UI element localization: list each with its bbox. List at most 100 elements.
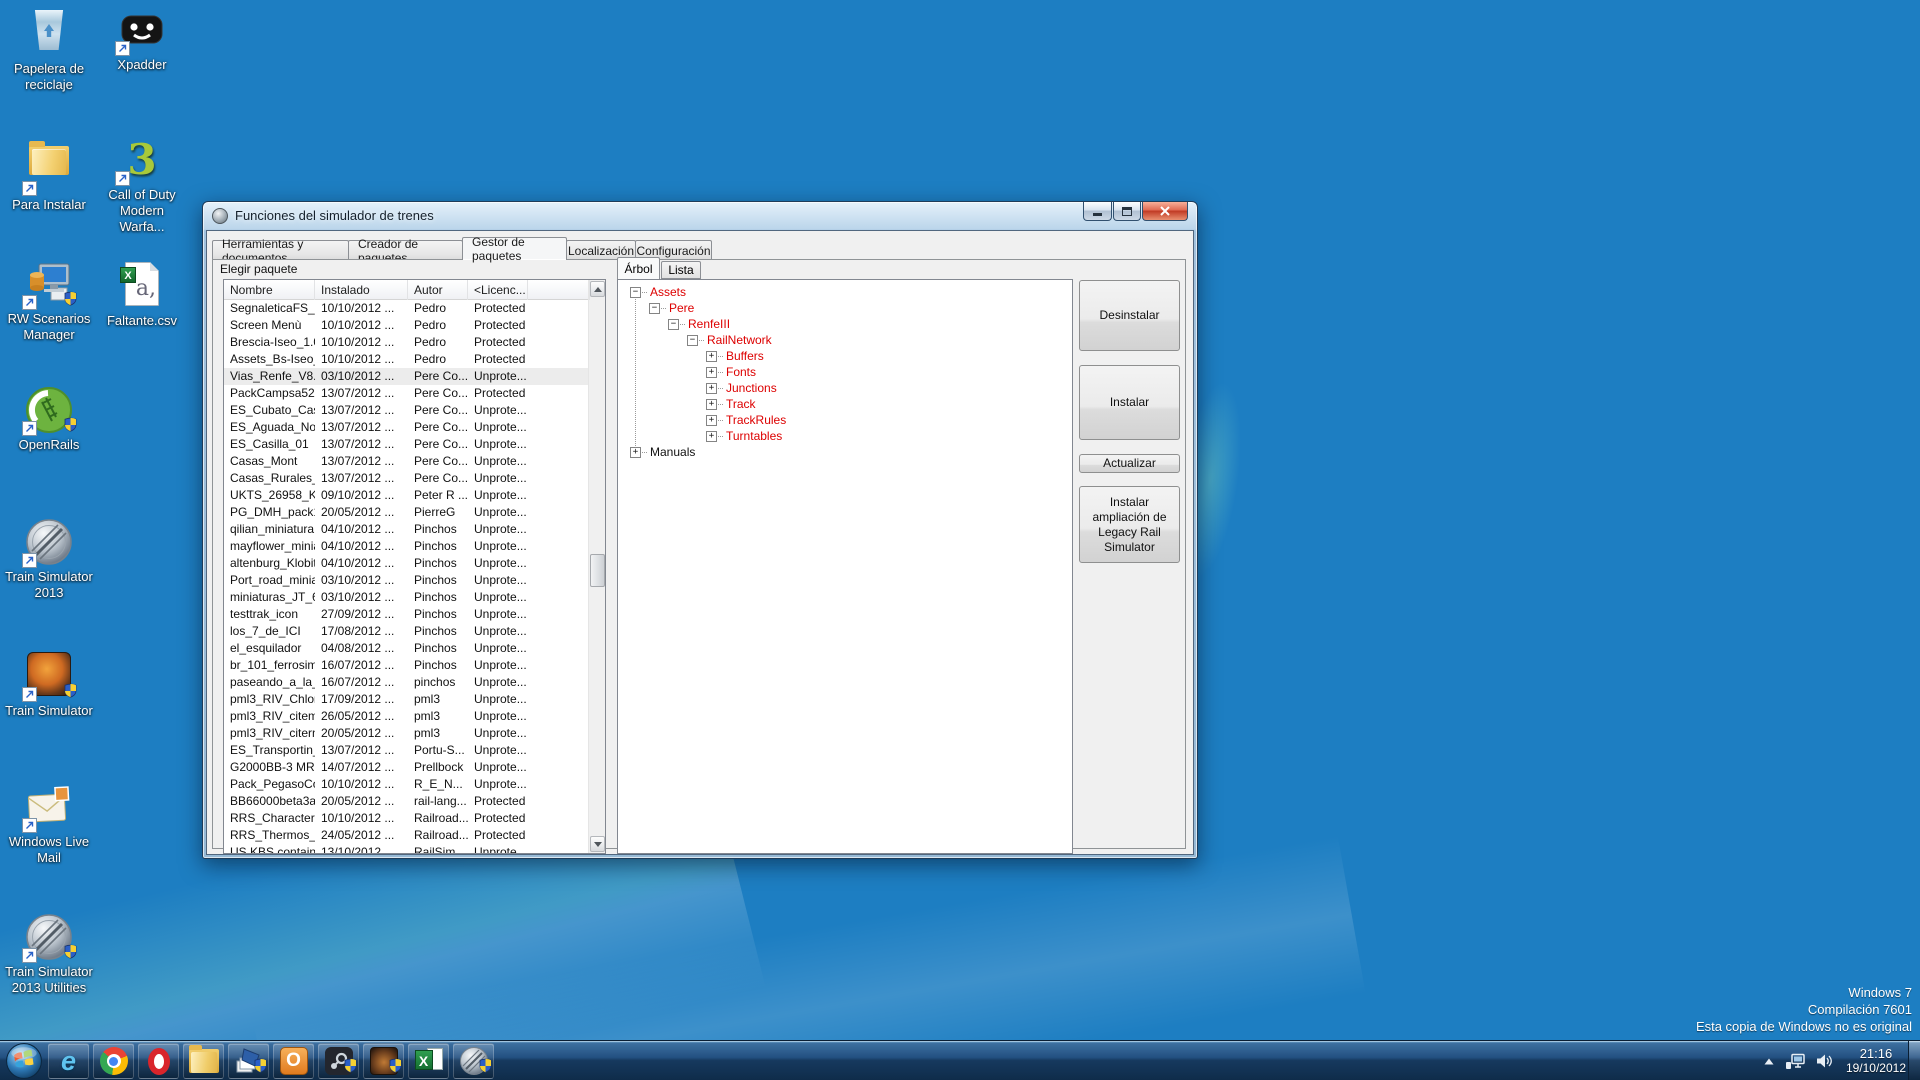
desktop-icon-mail[interactable]: Windows Live Mail [3, 783, 95, 866]
tab-herramientas-y-documentos[interactable]: Herramientas y documentos [212, 240, 349, 260]
table-row[interactable]: Screen Menù10/10/2012 ...PedroProtected [224, 317, 588, 334]
tab-arbol[interactable]: Árbol [617, 257, 660, 279]
install-button[interactable]: Instalar [1079, 365, 1180, 440]
column-header-nombre[interactable]: Nombre [224, 280, 315, 300]
tab-gestor-de-paquetes[interactable]: Gestor de paquetes [462, 237, 567, 260]
desktop-icon-rw[interactable]: RW Scenarios Manager [3, 260, 95, 343]
column-header-autor[interactable]: Autor [408, 280, 468, 300]
taskbar-button-excel[interactable]: X [408, 1043, 449, 1079]
expand-box-icon[interactable]: + [706, 351, 717, 362]
taskbar-button-internet-explorer[interactable]: e [48, 1043, 89, 1079]
table-row[interactable]: Casas_Rurales_213/07/2012 ...Pere Co...U… [224, 470, 588, 487]
table-row[interactable]: Pack_PegasoCo...10/10/2012 ...R_E_N...Un… [224, 776, 588, 793]
tree-item-assets[interactable]: −Assets [630, 284, 688, 300]
taskbar-button-opera[interactable] [138, 1043, 179, 1079]
tree-item-buffers[interactable]: +Buffers [706, 348, 766, 364]
table-row[interactable]: miniaturas_JT_6703/10/2012 ...PinchosUnp… [224, 589, 588, 606]
desktop-icon-openrails[interactable]: OpenRails [3, 386, 95, 453]
table-row[interactable]: Assets_Bs-Iseo_...10/10/2012 ...PedroPro… [224, 351, 588, 368]
maximize-button[interactable] [1113, 202, 1141, 221]
table-row[interactable]: ES_Aguada_Nor...13/07/2012 ...Pere Co...… [224, 419, 588, 436]
column-header-instalado[interactable]: Instalado [315, 280, 408, 300]
collapse-box-icon[interactable]: − [630, 287, 641, 298]
table-row[interactable]: Vias_Renfe_V8.0003/10/2012 ...Pere Co...… [224, 368, 588, 385]
table-row[interactable]: UKTS_26958_Ki...09/10/2012 ...Peter R ..… [224, 487, 588, 504]
collapse-box-icon[interactable]: − [668, 319, 679, 330]
tree-item-turntables[interactable]: +Turntables [706, 428, 784, 444]
refresh-button[interactable]: Actualizar [1079, 454, 1180, 473]
tree-item-railnetwork[interactable]: −RailNetwork [687, 332, 774, 348]
taskbar-button-train-simulator-2013[interactable] [453, 1043, 494, 1079]
taskbar-button-steam[interactable] [318, 1043, 359, 1079]
tree-item-manuals[interactable]: +Manuals [630, 444, 697, 460]
package-list[interactable]: NombreInstaladoAutor<Licenc... Segnaleti… [223, 279, 606, 854]
table-row[interactable]: G2000BB-3 MRC...14/07/2012 ...PrellbockU… [224, 759, 588, 776]
table-row[interactable]: pml3_RIV_citem...26/05/2012 ...pml3Unpro… [224, 708, 588, 725]
collapse-box-icon[interactable]: − [687, 335, 698, 346]
tree-item-junctions[interactable]: +Junctions [706, 380, 779, 396]
expand-box-icon[interactable]: + [706, 367, 717, 378]
scroll-up-button[interactable] [590, 281, 605, 297]
show-desktop-button[interactable] [1908, 1041, 1920, 1080]
expand-box-icon[interactable]: + [630, 447, 641, 458]
table-row[interactable]: RRS_Thermos_...24/05/2012 ...Railroad...… [224, 827, 588, 844]
taskbar-button-railworks-app[interactable] [363, 1043, 404, 1079]
tree-item-track[interactable]: +Track [706, 396, 758, 412]
table-row[interactable]: altenburg_Klobitz...04/10/2012 ...Pincho… [224, 555, 588, 572]
tab-creador-de-paquetes[interactable]: Creador de paquetes [348, 240, 463, 260]
tree-item-fonts[interactable]: +Fonts [706, 364, 758, 380]
table-row[interactable]: SegnaleticaFS_2.010/10/2012 ...PedroProt… [224, 300, 588, 317]
asset-tree[interactable]: −Assets−Pere−RenfeIII−RailNetwork+Buffer… [617, 279, 1073, 854]
table-row[interactable]: pml3_RIV_citernes20/05/2012 ...pml3Unpro… [224, 725, 588, 742]
tree-item-trackrules[interactable]: +TrackRules [706, 412, 788, 428]
scroll-down-button[interactable] [590, 836, 605, 852]
list-header[interactable]: NombreInstaladoAutor<Licenc... [224, 280, 588, 300]
expand-box-icon[interactable]: + [706, 399, 717, 410]
install-legacy-button[interactable]: Instalar ampliación de Legacy Rail Simul… [1079, 486, 1180, 563]
start-button[interactable] [5, 1042, 43, 1080]
scrollbar-thumb[interactable] [590, 554, 605, 587]
desktop-icon-cod[interactable]: 3Call of Duty Modern Warfa... [96, 136, 188, 235]
tree-item-renfeiii[interactable]: −RenfeIII [668, 316, 732, 332]
table-row[interactable]: PackCampsa52A...13/07/2012 ...Pere Co...… [224, 385, 588, 402]
expand-box-icon[interactable]: + [706, 431, 717, 442]
table-row[interactable]: los_7_de_ICI17/08/2012 ...PinchosUnprote… [224, 623, 588, 640]
table-row[interactable]: pml3_RIV_Chlore...17/09/2012 ...pml3Unpr… [224, 691, 588, 708]
expand-box-icon[interactable]: + [706, 383, 717, 394]
uninstall-button[interactable]: Desinstalar [1079, 280, 1180, 351]
desktop-icon-recycle[interactable]: Papelera de reciclaje [3, 6, 95, 93]
table-row[interactable]: ES_Transportin_v113/07/2012 ...Portu-S..… [224, 742, 588, 759]
table-row[interactable]: BB66000beta3a20/05/2012 ...rail-lang...P… [224, 793, 588, 810]
collapse-box-icon[interactable]: − [649, 303, 660, 314]
tree-item-pere[interactable]: −Pere [649, 300, 696, 316]
table-row[interactable]: qilian_miniatura04/10/2012 ...PinchosUnp… [224, 521, 588, 538]
table-row[interactable]: br_101_ferrosim16/07/2012 ...PinchosUnpr… [224, 657, 588, 674]
desktop-icon-xpadder[interactable]: Xpadder [96, 6, 188, 73]
desktop-icon-csv[interactable]: Xa,Faltante.csv [96, 260, 188, 329]
table-row[interactable]: Brescia-Iseo_1.010/10/2012 ...PedroProte… [224, 334, 588, 351]
taskbar-button-outlook[interactable]: O [273, 1043, 314, 1079]
taskbar-button-installer-tool[interactable] [228, 1043, 269, 1079]
taskbar-button-google-chrome[interactable] [93, 1043, 134, 1079]
titlebar[interactable]: Funciones del simulador de trenes [203, 202, 1197, 230]
network-icon[interactable] [1785, 1053, 1806, 1070]
table-row[interactable]: PG_DMH_pack120/05/2012 ...PierreGUnprote… [224, 504, 588, 521]
table-row[interactable]: ES_Casilla_0113/07/2012 ...Pere Co...Unp… [224, 436, 588, 453]
expand-box-icon[interactable]: + [706, 415, 717, 426]
table-row[interactable]: RRS_Characters...10/10/2012 ...Railroad.… [224, 810, 588, 827]
table-row[interactable]: ES_Cubato_Cas...13/07/2012 ...Pere Co...… [224, 402, 588, 419]
desktop-icon-folder[interactable]: Para Instalar [3, 136, 95, 213]
taskbar-button-windows-explorer[interactable] [183, 1043, 224, 1079]
tab-lista[interactable]: Lista [661, 261, 701, 279]
column-header-licenc[interactable]: <Licenc... [468, 280, 528, 300]
table-row[interactable]: mayflower_miniat...04/10/2012 ...Pinchos… [224, 538, 588, 555]
table-row[interactable]: testtrak_icon27/09/2012 ...PinchosUnprot… [224, 606, 588, 623]
clock[interactable]: 21:16 19/10/2012 [1846, 1046, 1906, 1076]
list-scrollbar[interactable] [588, 280, 605, 853]
table-row[interactable]: US KBS contain...13/10/2012 ...RailSim..… [224, 844, 588, 853]
desktop-icon-ts2013[interactable]: Train Simulator 2013 [3, 518, 95, 601]
table-row[interactable]: el_esquilador04/08/2012 ...PinchosUnprot… [224, 640, 588, 657]
minimize-button[interactable] [1083, 202, 1112, 221]
table-row[interactable]: Port_road_miniat...03/10/2012 ...Pinchos… [224, 572, 588, 589]
close-button[interactable] [1142, 202, 1188, 221]
